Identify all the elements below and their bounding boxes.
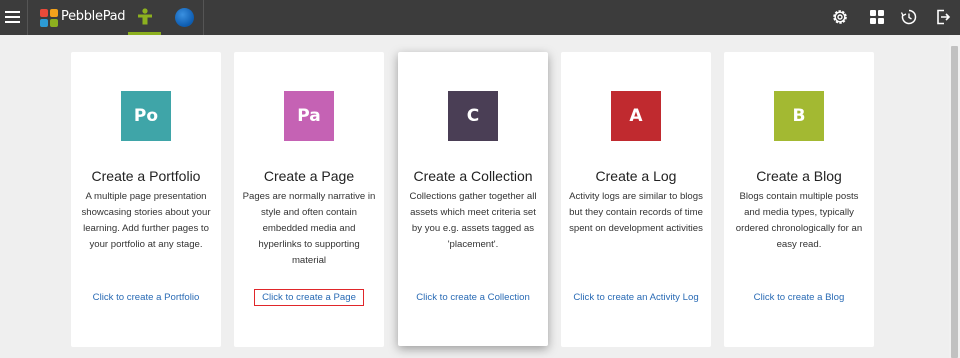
collection-tile-icon[interactable]: C [448, 91, 498, 141]
pebblepad-logo-icon [40, 9, 58, 27]
brand-name[interactable]: PebblePad [61, 9, 126, 24]
settings-icon[interactable] [831, 8, 849, 26]
globe-icon[interactable] [175, 8, 194, 27]
card-collection: C Create a Collection Collections gather… [398, 52, 548, 346]
card-description: Activity logs are similar to blogs but t… [569, 191, 703, 234]
card-description: Pages are normally narrative in style an… [242, 191, 376, 266]
page-tile-icon[interactable]: Pa [284, 91, 334, 141]
blog-tile-icon[interactable]: B [774, 91, 824, 141]
menu-icon[interactable] [5, 11, 20, 23]
link-label[interactable]: Click to create an Activity Log [573, 292, 698, 303]
create-portfolio-link[interactable]: Click to create a Portfolio [71, 292, 221, 303]
history-icon[interactable] [900, 8, 918, 26]
person-icon [138, 8, 152, 25]
divider [27, 0, 28, 35]
card-title: Create a Portfolio [91, 168, 201, 184]
card-title: Create a Collection [413, 168, 533, 184]
link-label[interactable]: Click to create a Page [254, 289, 364, 306]
log-tile-icon[interactable]: A [611, 91, 661, 141]
apps-grid-icon[interactable] [868, 8, 886, 26]
divider [203, 0, 204, 35]
card-title: Create a Page [263, 168, 355, 184]
create-page-link[interactable]: Click to create a Page [234, 289, 384, 306]
link-label[interactable]: Click to create a Blog [754, 292, 845, 303]
logout-icon[interactable] [934, 8, 952, 26]
scrollbar-thumb[interactable] [951, 46, 958, 358]
link-label[interactable]: Click to create a Portfolio [93, 292, 200, 303]
portfolio-tile-icon[interactable]: Po [121, 91, 171, 141]
card-description: A multiple page presentation showcasing … [81, 191, 211, 250]
create-collection-link[interactable]: Click to create a Collection [398, 292, 548, 303]
card-description: Blogs contain multiple posts and media t… [735, 191, 863, 250]
card-blog: B Create a Blog Blogs contain multiple p… [724, 52, 874, 347]
card-description: Collections gather together all assets w… [409, 191, 537, 250]
card-log: A Create a Log Activity logs are similar… [561, 52, 711, 347]
card-portfolio: Po Create a Portfolio A multiple page pr… [71, 52, 221, 347]
create-activity-log-link[interactable]: Click to create an Activity Log [561, 292, 711, 303]
create-blog-link[interactable]: Click to create a Blog [724, 292, 874, 303]
card-title: Create a Log [595, 168, 677, 184]
card-page: Pa Create a Page Pages are normally narr… [234, 52, 384, 347]
top-bar: PebblePad [0, 0, 960, 35]
tab-personal[interactable] [128, 0, 161, 35]
card-title: Create a Blog [756, 168, 842, 184]
link-label[interactable]: Click to create a Collection [416, 292, 530, 303]
